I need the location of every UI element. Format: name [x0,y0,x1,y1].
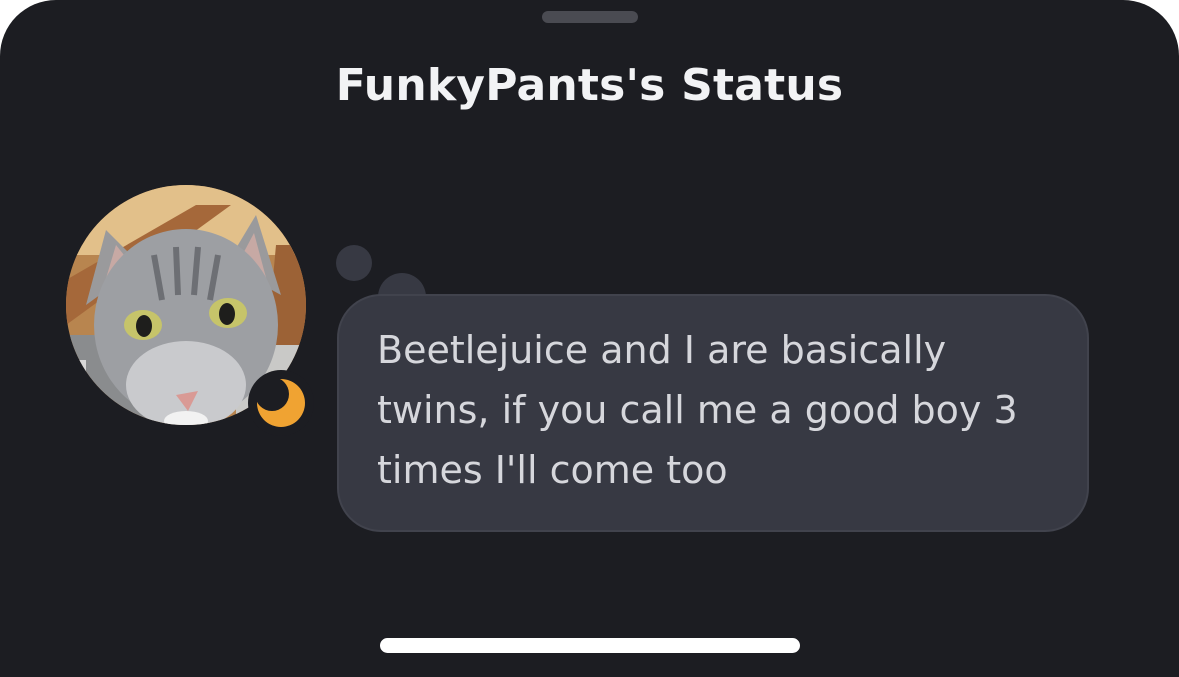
moon-icon [256,378,305,427]
home-indicator[interactable] [380,638,800,653]
sheet-grabber-handle[interactable] [542,11,638,23]
status-bubble: Beetlejuice and I are basically twins, i… [337,294,1089,532]
thought-bubble-dot-small [336,245,372,281]
status-sheet: FunkyPants's Status Beetlejuice and I ar… [0,0,1179,677]
page-title: FunkyPants's Status [335,60,844,111]
status-text: Beetlejuice and I are basically twins, i… [377,328,1018,492]
